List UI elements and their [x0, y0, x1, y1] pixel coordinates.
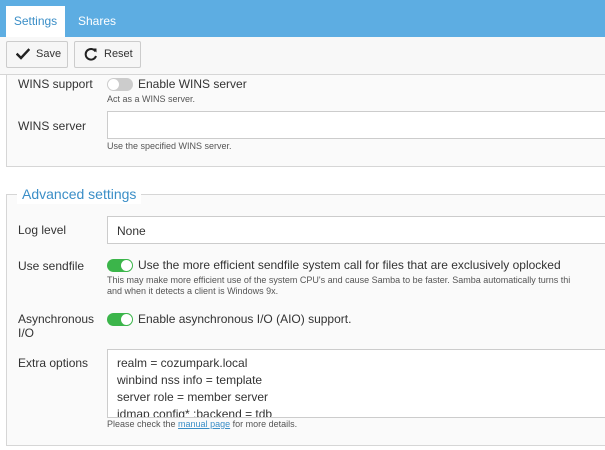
log-level-value: None — [117, 224, 146, 238]
wins-support-help: Act as a WINS server. — [107, 94, 196, 104]
use-sendfile-label: Use sendfile — [18, 259, 85, 273]
reset-button-label: Reset — [104, 48, 133, 60]
manual-page-link[interactable]: manual page — [178, 419, 230, 429]
extra-options-textarea[interactable]: realm = cozumpark.local winbind nss info… — [107, 349, 605, 418]
extra-options-help-suffix: for more details. — [230, 419, 298, 429]
use-sendfile-toggle-label: Use the more efficient sendfile system c… — [138, 258, 561, 272]
toggle-knob — [121, 260, 132, 271]
toggle-knob — [121, 314, 132, 325]
async-io-label-line1: Asynchronous — [18, 312, 95, 326]
save-button[interactable]: Save — [6, 41, 68, 68]
extra-options-line: winbind nss info = template — [117, 373, 263, 387]
use-sendfile-toggle[interactable] — [107, 259, 133, 272]
extra-options-line: realm = cozumpark.local — [117, 356, 248, 370]
async-io-toggle[interactable] — [107, 313, 133, 326]
refresh-icon — [84, 47, 97, 61]
extra-options-help-prefix: Please check the — [107, 419, 179, 429]
wins-support-toggle-label: Enable WINS server — [138, 77, 247, 91]
async-io-label-line2: I/O — [18, 326, 35, 340]
extra-options-label: Extra options — [18, 356, 89, 370]
wins-server-input[interactable] — [107, 111, 605, 139]
tab-settings[interactable]: Settings — [6, 6, 65, 37]
log-level-select[interactable]: None — [107, 216, 605, 244]
extra-options-line: idmap config* :backend = tdb — [117, 407, 273, 418]
toolbar: Save Reset — [0, 37, 605, 75]
log-level-label: Log level — [18, 223, 67, 237]
tab-shares[interactable]: Shares — [68, 6, 126, 37]
use-sendfile-help-line2: and when it detects a client is Windows … — [107, 286, 279, 296]
check-icon — [16, 48, 30, 60]
save-button-label: Save — [36, 48, 62, 60]
wins-server-help: Use the specified WINS server. — [107, 141, 232, 151]
extra-options-help: Please check the manual page for more de… — [107, 418, 297, 430]
wins-support-label: WINS support — [18, 77, 93, 91]
async-io-toggle-label: Enable asynchronous I/O (AIO) support. — [138, 312, 352, 326]
extra-options-line: server role = member server — [117, 390, 269, 404]
tab-bar: Settings Shares — [0, 0, 605, 37]
reset-button[interactable]: Reset — [74, 41, 141, 68]
toggle-knob — [108, 79, 119, 90]
wins-support-toggle[interactable] — [107, 78, 133, 91]
advanced-settings-title: Advanced settings — [17, 185, 142, 204]
wins-server-label: WINS server — [18, 119, 87, 133]
